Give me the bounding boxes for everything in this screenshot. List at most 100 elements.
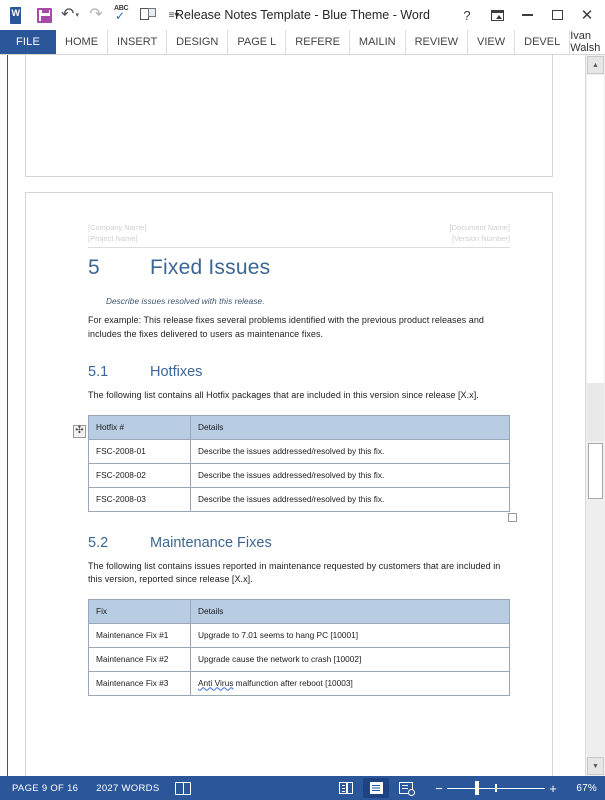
zoom-slider-thumb[interactable]	[475, 781, 479, 795]
zoom-level-label[interactable]: 67%	[571, 783, 597, 794]
zoom-slider[interactable]	[447, 781, 545, 795]
cell-hotfix-id: FSC-2008-03	[88, 486, 191, 512]
undo-icon[interactable]: ↶ ▾	[58, 4, 82, 26]
ribbon-display-options-icon[interactable]	[487, 5, 507, 25]
instruction-text: Describe issues resolved with this relea…	[106, 297, 265, 307]
word-logo-letter: W	[11, 7, 21, 18]
scroll-up-icon[interactable]: ▲	[587, 56, 604, 74]
quick-access-toolbar: W ↶ ▾ ↷ ABC ✓ ≡▾	[0, 4, 186, 26]
view-read-mode-button[interactable]	[333, 778, 359, 798]
status-bar: PAGE 9 OF 16 2027 WORDS − + 67%	[0, 776, 605, 800]
intro-paragraph: For example: This release fixes several …	[88, 315, 484, 339]
table-row[interactable]: FSC-2008-03 Describe the issues addresse…	[88, 486, 510, 512]
customize-qat-icon[interactable]: ≡▾	[162, 4, 186, 26]
status-page-indicator[interactable]: PAGE 9 OF 16	[8, 783, 96, 794]
tab-developer[interactable]: DEVEL	[515, 30, 571, 54]
close-icon[interactable]: ✕	[577, 5, 597, 25]
header-project-name: [Project Name]	[88, 233, 138, 243]
document-header: [Company Name] [Document Name] [Project …	[88, 223, 510, 248]
minimize-icon[interactable]	[517, 5, 537, 25]
document-body[interactable]: 5 Fixed Issues Describe issues resolved …	[73, 255, 517, 696]
ribbon-tab-bar: FILE HOME INSERT DESIGN PAGE L REFERE MA…	[0, 30, 605, 55]
spelling-icon[interactable]: ABC ✓	[110, 4, 134, 26]
cell-hotfix-id: FSC-2008-01	[88, 438, 191, 464]
help-icon[interactable]: ?	[457, 5, 477, 25]
tab-references[interactable]: REFERE	[286, 30, 350, 54]
table-row[interactable]: Maintenance Fix #1 Upgrade to 7.01 seems…	[88, 622, 510, 648]
tab-view[interactable]: VIEW	[468, 30, 516, 54]
left-rail	[0, 55, 8, 776]
tab-mailings[interactable]: MAILIN	[350, 30, 406, 54]
zoom-out-button[interactable]: −	[431, 781, 447, 796]
tab-design[interactable]: DESIGN	[167, 30, 229, 54]
table-resize-handle[interactable]	[508, 512, 517, 522]
cell-fix-details-with-spelling-error: Anti Virus malfunction after reboot [100…	[190, 670, 510, 696]
heading-2-maintenance-fixes: 5.2 Maintenance Fixes	[88, 534, 510, 552]
user-account-area[interactable]: Ivan Walsh ▾ K	[570, 30, 605, 54]
scrollbar-track-upper[interactable]	[587, 75, 604, 383]
tab-file[interactable]: FILE	[0, 30, 57, 54]
table-row[interactable]: Maintenance Fix #3 Anti Virus malfunctio…	[88, 670, 510, 696]
word-application-window: W ↶ ▾ ↷ ABC ✓ ≡▾ Release Notes Template - …	[0, 0, 605, 800]
word-logo-icon[interactable]: W	[6, 4, 30, 26]
tab-review[interactable]: REVIEW	[406, 30, 469, 54]
heading-2-title-maintenance-fixes: Maintenance Fixes	[150, 534, 272, 551]
cell-fix-id: Maintenance Fix #2	[88, 646, 191, 672]
table-move-handle[interactable]: ✣	[73, 424, 86, 438]
page-previous: © Company 2016. All rights reserved. Pag…	[25, 55, 553, 177]
window-controls: ? ✕	[457, 5, 605, 25]
view-web-layout-button[interactable]	[393, 778, 419, 798]
hotfixes-table[interactable]: Hotfix # Details FSC-2008-01 Describe th…	[88, 414, 510, 512]
table-row[interactable]: FSC-2008-01 Describe the issues addresse…	[88, 438, 510, 464]
scrollbar-track-lower[interactable]	[587, 501, 604, 756]
scrollbar-track-middle[interactable]	[587, 383, 604, 441]
cell-fix-id: Maintenance Fix #1	[88, 622, 191, 648]
status-word-count[interactable]: 2027 WORDS	[96, 783, 169, 794]
column-header-fix: Fix	[88, 598, 191, 624]
save-icon[interactable]	[32, 4, 56, 26]
page-gap	[8, 177, 585, 192]
tab-page-layout[interactable]: PAGE L	[228, 30, 287, 54]
cell-fix-id: Maintenance Fix #3	[88, 670, 191, 696]
document-canvas[interactable]: © Company 2016. All rights reserved. Pag…	[8, 55, 585, 776]
table-row[interactable]: FSC-2008-02 Describe the issues addresse…	[88, 462, 510, 488]
user-name: Ivan Walsh	[570, 30, 601, 54]
redo-icon[interactable]: ↷	[84, 4, 108, 26]
heading-1-fixed-issues: 5 Fixed Issues	[88, 255, 510, 281]
column-header-details: Details	[190, 414, 510, 440]
header-document-name: [Document Name]	[449, 223, 510, 232]
title-bar: W ↶ ▾ ↷ ABC ✓ ≡▾ Release Notes Template - …	[0, 0, 605, 30]
view-print-layout-button[interactable]	[363, 778, 389, 798]
cell-fix-details: Upgrade to 7.01 seems to hang PC [10001]	[190, 622, 510, 648]
column-header-details: Details	[190, 598, 510, 624]
heading-2-hotfixes: 5.1 Hotfixes	[88, 363, 510, 381]
cell-hotfix-details: Describe the issues addressed/resolved b…	[190, 462, 510, 488]
tab-insert[interactable]: INSERT	[108, 30, 168, 54]
spelling-error-text[interactable]: Anti Virus	[198, 678, 233, 688]
vertical-scrollbar[interactable]: ▲ ▼	[585, 55, 605, 776]
header-version-number: [Version Number]	[452, 233, 510, 243]
heading-1-number: 5	[88, 256, 100, 279]
column-header-hotfix-number: Hotfix #	[88, 414, 191, 440]
tab-home[interactable]: HOME	[56, 30, 109, 54]
proofing-errors-icon[interactable]	[175, 781, 192, 795]
heading-2-number-52: 5.2	[88, 534, 109, 551]
touch-mode-icon[interactable]	[136, 4, 160, 26]
scrollbar-thumb[interactable]	[588, 443, 603, 499]
cell-hotfix-details: Describe the issues addressed/resolved b…	[190, 486, 510, 512]
table-header-row: Hotfix # Details	[88, 414, 510, 440]
cell-fix-details: Upgrade cause the network to crash [1000…	[190, 646, 510, 672]
heading-2-title-hotfixes: Hotfixes	[150, 364, 203, 381]
zoom-in-button[interactable]: +	[545, 781, 561, 796]
zoom-control[interactable]: − + 67%	[431, 781, 597, 796]
table-row[interactable]: Maintenance Fix #2 Upgrade cause the net…	[88, 646, 510, 672]
maximize-icon[interactable]	[547, 5, 567, 25]
maintenance-fixes-table[interactable]: Fix Details Maintenance Fix #1 Upgrade t…	[88, 598, 510, 696]
cell-hotfix-details: Describe the issues addressed/resolved b…	[190, 438, 510, 464]
page-current[interactable]: [Company Name] [Document Name] [Project …	[25, 192, 553, 776]
cell-fix-details-rest: malfunction after reboot [10003]	[233, 677, 353, 688]
scroll-down-icon[interactable]: ▼	[587, 757, 604, 775]
table-header-row: Fix Details	[88, 598, 510, 624]
status-bar-right: − + 67%	[331, 778, 597, 798]
heading-2-number-51: 5.1	[88, 364, 109, 381]
